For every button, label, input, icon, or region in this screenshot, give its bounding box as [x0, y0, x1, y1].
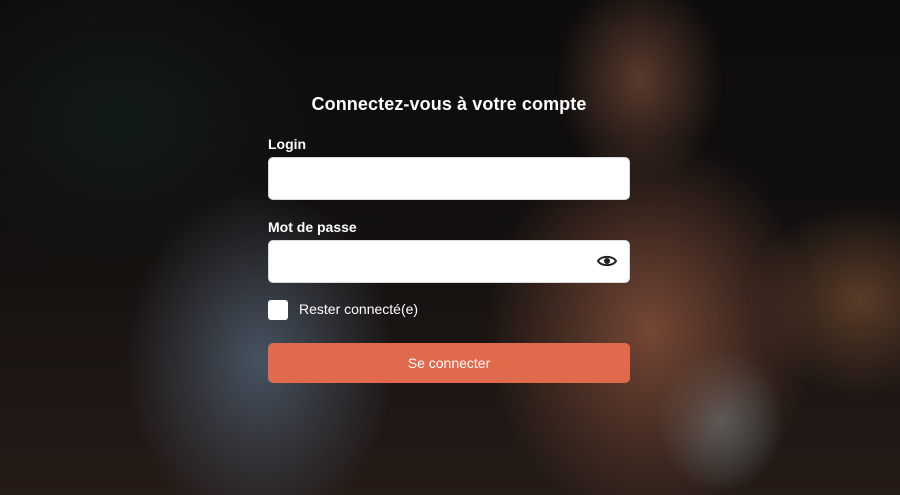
- login-button[interactable]: Se connecter: [268, 343, 630, 383]
- login-screen: Connectez-vous à votre compte Login Mot …: [0, 0, 900, 495]
- login-label: Login: [268, 136, 307, 152]
- page-title: Connectez-vous à votre compte: [311, 94, 587, 114]
- password-label: Mot de passe: [268, 219, 357, 235]
- remember-checkbox[interactable]: [268, 300, 288, 320]
- login-input[interactable]: [268, 157, 630, 200]
- eye-icon[interactable]: [594, 250, 620, 272]
- remember-label: Rester connecté(e): [299, 301, 419, 317]
- password-input[interactable]: [268, 240, 630, 283]
